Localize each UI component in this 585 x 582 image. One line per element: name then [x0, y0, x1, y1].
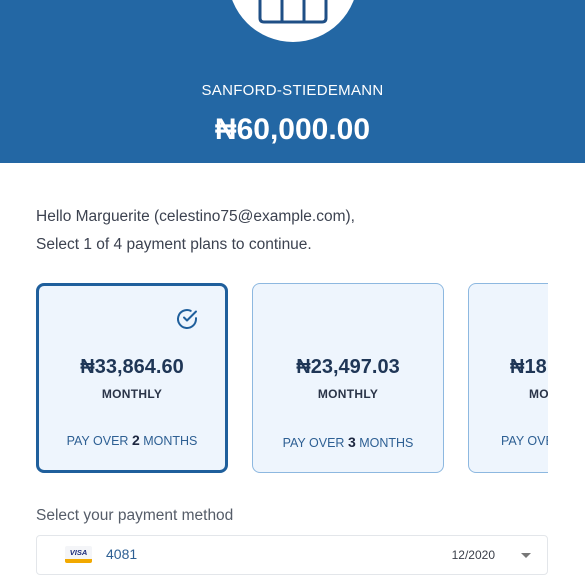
greeting-line: Hello Marguerite (celestino75@example.co… [36, 208, 355, 225]
plan-duration: PAY OVER 3 MONTHS [253, 434, 443, 450]
plan-price: ₦33,864.60 [80, 356, 184, 378]
total-amount: ₦60,000.00 [214, 113, 371, 146]
duration-suffix: MONTHS [143, 434, 198, 448]
duration-months: 3 [347, 434, 356, 450]
plan-card-partial[interactable]: ₦18, MO PAY OVE [468, 283, 548, 473]
merchant-name: SANFORD-STIEDEMANN [201, 82, 384, 99]
plan-card-3-months[interactable]: ₦23,497.03 MONTHLY PAY OVER 3 MONTHS [252, 283, 444, 473]
card-brand: VISA [69, 548, 88, 557]
payment-method-select[interactable]: VISA 4081 12/2020 [36, 535, 548, 575]
duration-prefix: PAY OVER [66, 434, 129, 448]
plan-card-2-months[interactable]: ₦33,864.60 MONTHLY PAY OVER 2 MONTHS [36, 283, 228, 473]
check-circle-icon [177, 309, 197, 329]
duration-prefix: PAY OVER [282, 436, 345, 450]
plan-duration: PAY OVER 2 MONTHS [39, 432, 225, 448]
card-last4: 4081 [106, 546, 138, 562]
card-expiry: 12/2020 [451, 548, 495, 562]
plan-frequency: MONTHLY [317, 387, 379, 401]
merchant-logo [228, 0, 358, 42]
chevron-down-icon[interactable] [521, 553, 531, 558]
instruction-line: Select 1 of 4 payment plans to continue. [36, 236, 312, 253]
plan-price: ₦18, [510, 356, 548, 378]
visa-card-icon: VISA [65, 546, 92, 563]
plan-duration: PAY OVE [501, 434, 548, 448]
duration-suffix: MONTHS [359, 436, 414, 450]
card-reader-icon [258, 0, 328, 24]
payment-method-label: Select your payment method [36, 507, 234, 524]
duration-months: 2 [131, 432, 140, 448]
plan-frequency: MONTHLY [101, 387, 163, 401]
plan-price: ₦23,497.03 [296, 356, 400, 378]
payment-plans-carousel[interactable]: ₦33,864.60 MONTHLY PAY OVER 2 MONTHS ₦23… [36, 283, 548, 478]
plan-frequency: MO [529, 387, 548, 401]
greeting-text: Hello Marguerite (celestino75@example.co… [36, 203, 355, 259]
header-banner: SANFORD-STIEDEMANN ₦60,000.00 [0, 0, 585, 163]
